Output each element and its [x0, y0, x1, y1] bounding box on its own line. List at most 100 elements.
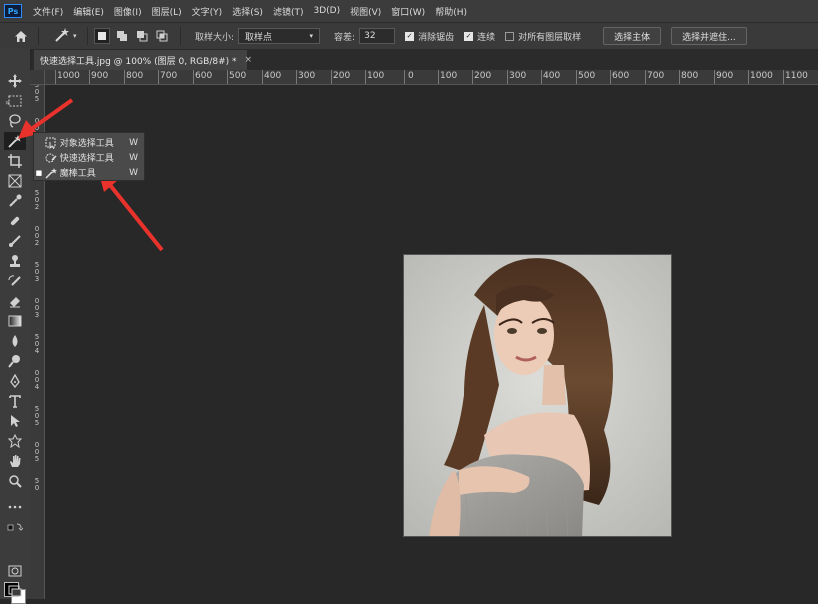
- eyedropper-tool-icon[interactable]: [4, 192, 26, 210]
- anti-alias-label: 消除锯齿: [418, 32, 455, 43]
- close-icon[interactable]: ×: [245, 55, 253, 65]
- menu-help[interactable]: 帮助(H): [430, 5, 472, 18]
- horizontal-ruler-ticks: [55, 70, 784, 84]
- magic-wand-tool-icon[interactable]: [4, 132, 26, 150]
- select-and-mask-button[interactable]: 选择并遮住...: [671, 27, 747, 45]
- ruler-label: 5: [34, 95, 40, 103]
- eraser-tool-icon[interactable]: [4, 292, 26, 310]
- menu-type[interactable]: 文字(Y): [187, 5, 228, 18]
- document-tab-title: 快速选择工具.jpg @ 100% (图层 0, RGB/8#) *: [40, 56, 237, 67]
- screen-mode-icon[interactable]: [4, 582, 26, 600]
- checkbox-checked-icon: ✓: [405, 31, 415, 41]
- menu-view[interactable]: 视图(V): [345, 5, 386, 18]
- path-selection-tool-icon[interactable]: [4, 412, 26, 430]
- tools-panel: »: [0, 48, 30, 604]
- menu-layer[interactable]: 图层(L): [147, 5, 187, 18]
- ruler-label: 5: [34, 419, 40, 427]
- canvas-image-woman-portrait[interactable]: [403, 254, 672, 537]
- horizontal-ruler: 1000 900 800 700 600 500 400 300 200 100…: [45, 70, 818, 85]
- chevron-down-icon: ▾: [309, 32, 314, 40]
- menu-edit[interactable]: 编辑(E): [68, 5, 109, 18]
- flyout-item-label: 对象选择工具: [59, 139, 114, 149]
- ruler-label: 2: [34, 239, 40, 247]
- ruler-origin[interactable]: [30, 70, 45, 85]
- menu-3d[interactable]: 3D(D): [308, 6, 345, 16]
- magic-wand-icon: [44, 167, 58, 179]
- ruler-label: 4: [34, 383, 40, 391]
- zoom-tool-icon[interactable]: [4, 472, 26, 490]
- red-arrow-flyout: [98, 170, 164, 252]
- swap-colors-icon[interactable]: [4, 518, 26, 536]
- select-subject-button[interactable]: 选择主体: [603, 27, 662, 45]
- subtract-from-selection-mode-button[interactable]: [134, 28, 150, 44]
- options-bar: ▾ 取样大小: 取样点 ▾ 容差: 32 ✓ 消除锯齿 ✓ 连续 对所有图层取样…: [0, 22, 818, 50]
- menu-select[interactable]: 选择(S): [227, 5, 268, 18]
- intersect-selection-mode-button[interactable]: [154, 28, 170, 44]
- menu-bar: Ps 文件(F) 编辑(E) 图像(I) 图层(L) 文字(Y) 选择(S) 滤…: [0, 0, 818, 22]
- separator: [87, 27, 88, 45]
- pen-tool-icon[interactable]: [4, 372, 26, 390]
- flyout-item-shortcut: W: [129, 152, 138, 163]
- flyout-item-magic-wand[interactable]: ■ 魔棒工具 W: [34, 165, 144, 180]
- blur-tool-icon[interactable]: [4, 332, 26, 350]
- separator: [180, 27, 181, 45]
- move-tool-icon[interactable]: [4, 72, 26, 90]
- active-tool-bullet: ■: [35, 168, 43, 177]
- separator: [38, 27, 39, 45]
- object-selection-icon: [44, 137, 58, 149]
- quick-mask-icon[interactable]: [4, 562, 26, 580]
- sample-all-layers-checkbox[interactable]: 对所有图层取样: [505, 30, 581, 43]
- sample-all-layers-label: 对所有图层取样: [518, 32, 582, 43]
- new-selection-mode-button[interactable]: [94, 28, 110, 44]
- add-to-selection-mode-button[interactable]: [114, 28, 130, 44]
- menu-filter[interactable]: 滤镜(T): [268, 5, 309, 18]
- menu-window[interactable]: 窗口(W): [386, 5, 430, 18]
- crop-tool-icon[interactable]: [4, 152, 26, 170]
- sample-size-value: 取样点: [245, 32, 273, 43]
- clone-stamp-tool-icon[interactable]: [4, 252, 26, 270]
- menu-file[interactable]: 文件(F): [28, 5, 68, 18]
- ruler-label: 2: [34, 203, 40, 211]
- type-tool-icon[interactable]: [4, 392, 26, 410]
- more-tools-icon[interactable]: [4, 498, 26, 516]
- document-tab-bar: 快速选择工具.jpg @ 100% (图层 0, RGB/8#) * ×: [32, 50, 818, 70]
- checkbox-unchecked-icon: [505, 31, 515, 41]
- selection-tools-flyout: 对象选择工具 W 快速选择工具 W ■ 魔棒工具 W: [33, 132, 145, 181]
- contiguous-checkbox[interactable]: ✓ 连续: [464, 30, 495, 43]
- sample-size-select[interactable]: 取样点 ▾: [238, 28, 321, 44]
- frame-tool-icon[interactable]: [4, 172, 26, 190]
- document-tab[interactable]: 快速选择工具.jpg @ 100% (图层 0, RGB/8#) * ×: [34, 50, 252, 70]
- custom-shape-tool-icon[interactable]: [4, 432, 26, 450]
- menu-image[interactable]: 图像(I): [109, 5, 147, 18]
- ruler-label: 5: [34, 455, 40, 463]
- chevron-down-icon: ▾: [73, 32, 77, 40]
- sample-size-label: 取样大小:: [195, 32, 235, 43]
- lasso-tool-icon[interactable]: [4, 112, 26, 130]
- ruler-label: 4: [34, 347, 40, 355]
- healing-brush-tool-icon[interactable]: [4, 212, 26, 230]
- home-icon[interactable]: [10, 26, 32, 46]
- flyout-item-shortcut: W: [129, 167, 138, 178]
- ruler-label: 0: [34, 484, 40, 492]
- brush-tool-icon[interactable]: [4, 232, 26, 250]
- magic-wand-icon: [53, 27, 71, 46]
- tool-preset-picker[interactable]: ▾: [53, 27, 81, 46]
- flyout-item-label: 魔棒工具: [59, 169, 96, 179]
- tolerance-input[interactable]: 32: [359, 28, 396, 44]
- flyout-item-object-selection[interactable]: 对象选择工具 W: [34, 135, 144, 150]
- history-brush-tool-icon[interactable]: [4, 272, 26, 290]
- portrait-photo: [404, 255, 671, 536]
- flyout-item-label: 快速选择工具: [59, 154, 114, 164]
- dodge-tool-icon[interactable]: [4, 352, 26, 370]
- ruler-label: 3: [34, 275, 40, 283]
- anti-alias-checkbox[interactable]: ✓ 消除锯齿: [405, 30, 454, 43]
- rectangular-marquee-tool-icon[interactable]: [4, 92, 26, 110]
- contiguous-label: 连续: [477, 32, 496, 43]
- photoshop-logo: Ps: [4, 4, 22, 18]
- hand-tool-icon[interactable]: [4, 452, 26, 470]
- tolerance-label: 容差:: [334, 32, 356, 43]
- ruler-label: 3: [34, 311, 40, 319]
- gradient-tool-icon[interactable]: [4, 312, 26, 330]
- quick-selection-icon: [44, 152, 58, 164]
- flyout-item-quick-selection[interactable]: 快速选择工具 W: [34, 150, 144, 165]
